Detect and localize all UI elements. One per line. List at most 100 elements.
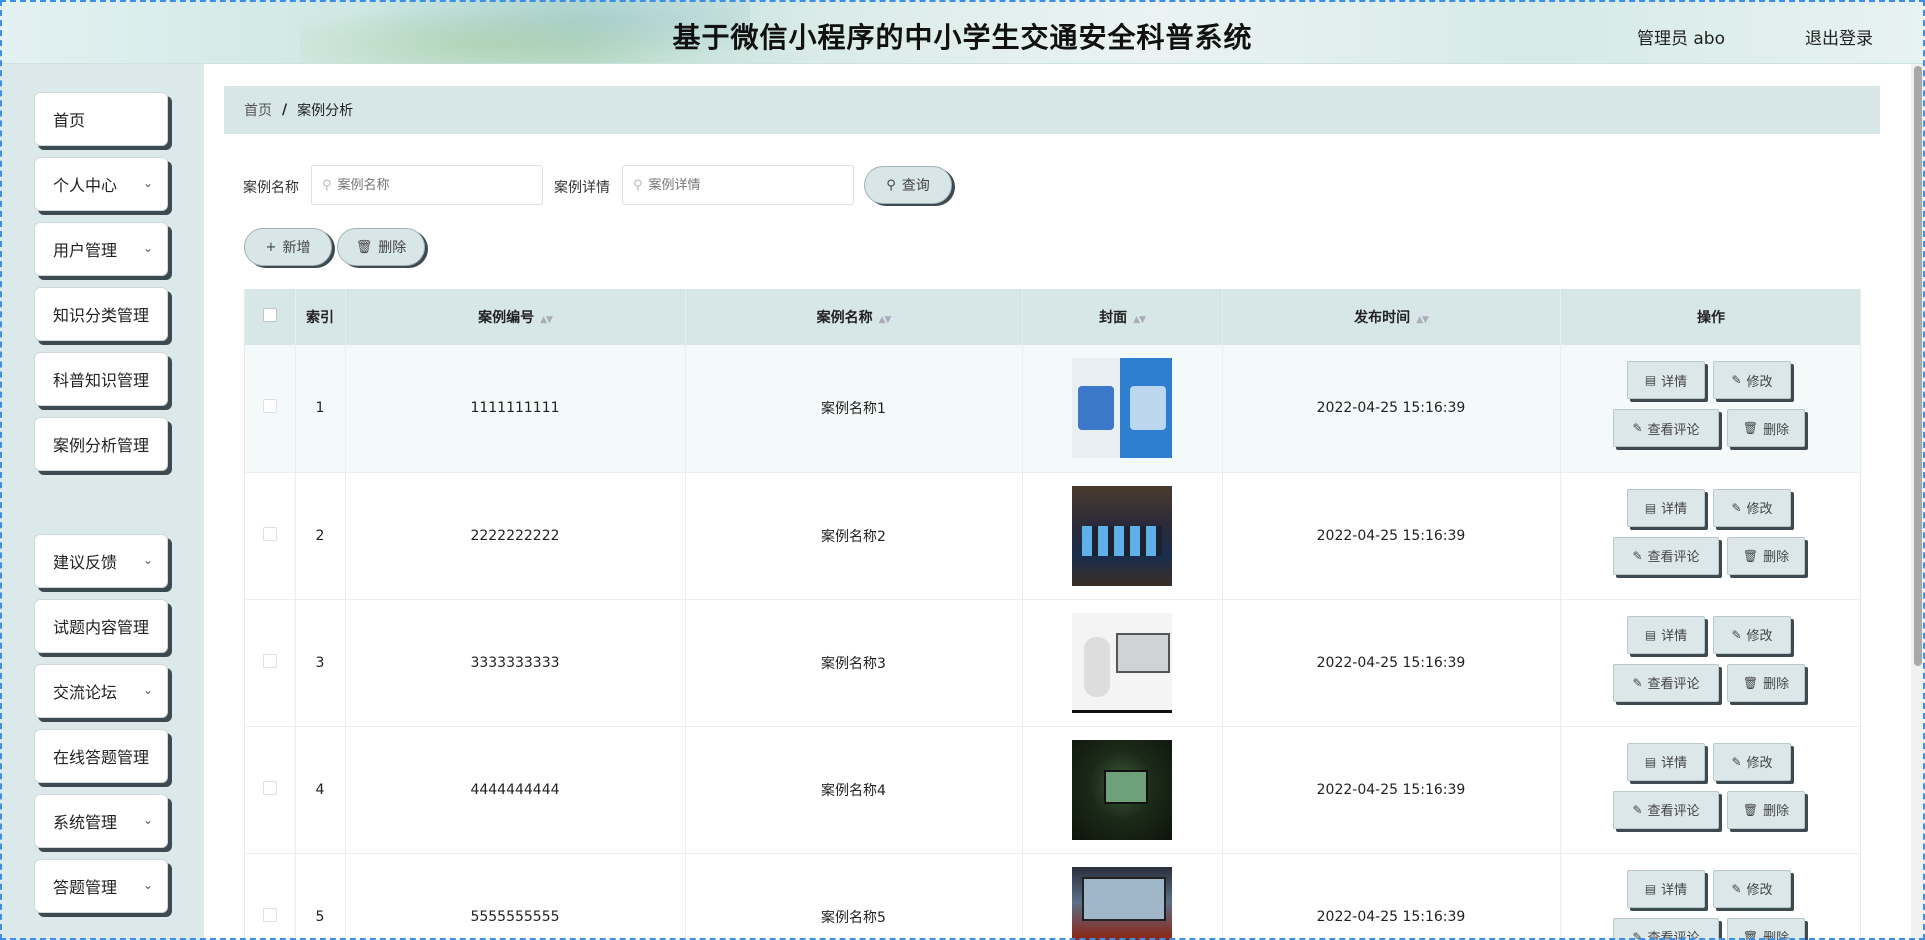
sidebar-item-label: 试题内容管理	[53, 618, 150, 637]
sidebar-item-label: 用户管理	[53, 241, 118, 260]
row-cover-cell	[1022, 853, 1223, 940]
edit-button[interactable]: ✎ 修改	[1713, 742, 1791, 781]
pencil-icon: ✎	[1632, 421, 1643, 436]
edit-button[interactable]: ✎ 修改	[1713, 869, 1791, 908]
scrollbar-thumb[interactable]	[1914, 66, 1922, 666]
row-name: 案例名称5	[685, 853, 1023, 940]
delete-button[interactable]: 🗑 删除	[1727, 536, 1805, 575]
delete-button[interactable]: 🗑 删除	[1727, 663, 1805, 702]
sidebar-item-online-quiz[interactable]: 在线答题管理	[34, 729, 168, 783]
edit-button-label: 修改	[1746, 883, 1773, 898]
sidebar-item-case-analysis[interactable]: 案例分析管理	[34, 417, 168, 471]
delete-button[interactable]: 🗑 删除	[1727, 917, 1805, 940]
top-header: 基于微信小程序的中小学生交通安全科普系统 管理员 abo 退出登录	[0, 0, 1925, 64]
row-time: 2022-04-25 15:16:39	[1222, 853, 1561, 940]
add-button[interactable]: + 新增	[244, 228, 332, 266]
case-name-field[interactable]: ⚲	[311, 165, 543, 205]
sidebar-item-questions[interactable]: 试题内容管理	[34, 599, 168, 653]
bulk-delete-button[interactable]: 🗑 删除	[337, 228, 425, 266]
edit-button[interactable]: ✎ 修改	[1713, 615, 1791, 654]
row-time: 2022-04-25 15:16:39	[1222, 472, 1561, 599]
table-row: 1 1111111111 案例名称1 2022-04-25 15:16:39 ▤…	[245, 345, 1860, 472]
case-name-input[interactable]	[337, 177, 528, 193]
edit-button-label: 修改	[1746, 502, 1773, 517]
view-comments-button[interactable]: ✎ 查看评论	[1613, 663, 1719, 702]
document-icon: ▤	[1644, 754, 1657, 769]
cover-image[interactable]	[1072, 485, 1172, 586]
detail-button[interactable]: ▤ 详情	[1627, 742, 1705, 781]
column-header-name-label: 案例名称	[816, 310, 873, 326]
sort-icon[interactable]: ▲▼	[1416, 315, 1429, 325]
edit-button-label: 修改	[1746, 629, 1773, 644]
sidebar-item-label: 案例分析管理	[53, 436, 150, 455]
column-header-code[interactable]: 案例编号 ▲▼	[345, 289, 686, 345]
row-ops: ▤ 详情 ✎ 修改 ✎ 查看评论 🗑 删除	[1560, 599, 1860, 726]
case-detail-field[interactable]: ⚲	[622, 165, 854, 205]
detail-button[interactable]: ▤ 详情	[1627, 488, 1705, 527]
row-index: 5	[295, 853, 346, 940]
sidebar-item-system[interactable]: 系统管理 ⌄	[34, 794, 168, 848]
detail-button[interactable]: ▤ 详情	[1627, 361, 1705, 400]
row-index: 1	[295, 345, 346, 472]
delete-button[interactable]: 🗑 删除	[1727, 790, 1805, 829]
sidebar-item-forum[interactable]: 交流论坛 ⌄	[34, 664, 168, 718]
row-checkbox[interactable]	[262, 907, 277, 922]
cover-image[interactable]	[1072, 358, 1172, 459]
detail-button[interactable]: ▤ 详情	[1627, 869, 1705, 908]
trash-icon: 🗑	[1742, 421, 1759, 436]
cover-image[interactable]	[1072, 612, 1172, 713]
query-button[interactable]: ⚲ 查询	[864, 166, 952, 204]
row-index: 2	[295, 472, 346, 599]
add-button-label: 新增	[282, 240, 311, 256]
delete-button[interactable]: 🗑 删除	[1727, 409, 1805, 448]
cover-image[interactable]	[1072, 866, 1172, 940]
case-detail-input[interactable]	[648, 177, 839, 193]
pencil-icon: ✎	[1632, 802, 1643, 817]
column-header-time[interactable]: 发布时间 ▲▼	[1222, 289, 1561, 345]
view-comments-button[interactable]: ✎ 查看评论	[1613, 790, 1719, 829]
row-checkbox[interactable]	[262, 399, 277, 414]
sort-icon[interactable]: ▲▼	[540, 315, 553, 325]
edit-button[interactable]: ✎ 修改	[1713, 361, 1791, 400]
trash-icon: 🗑	[1742, 548, 1759, 563]
column-header-cover[interactable]: 封面 ▲▼	[1022, 289, 1223, 345]
sidebar-item-profile[interactable]: 个人中心 ⌄	[34, 157, 168, 211]
edit-button-label: 修改	[1746, 374, 1773, 390]
detail-button-label: 详情	[1661, 374, 1688, 390]
view-comments-button[interactable]: ✎ 查看评论	[1613, 409, 1719, 448]
sidebar-item-label: 首页	[53, 111, 86, 130]
row-cover-cell	[1022, 726, 1223, 853]
logout-button[interactable]: 退出登录	[1805, 24, 1873, 49]
sidebar-item-feedback[interactable]: 建议反馈 ⌄	[34, 534, 168, 588]
row-time: 2022-04-25 15:16:39	[1222, 599, 1561, 726]
sort-icon[interactable]: ▲▼	[879, 315, 892, 325]
row-checkbox[interactable]	[262, 780, 277, 795]
chevron-down-icon: ⌄	[142, 553, 153, 567]
chevron-down-icon: ⌄	[142, 878, 153, 892]
detail-button[interactable]: ▤ 详情	[1627, 615, 1705, 654]
view-comments-label: 查看评论	[1647, 931, 1700, 940]
row-ops: ▤ 详情 ✎ 修改 ✎ 查看评论 🗑 删除	[1560, 726, 1860, 853]
sidebar-item-users[interactable]: 用户管理 ⌄	[34, 222, 168, 276]
delete-button-label: 删除	[1763, 931, 1790, 940]
sidebar-item-answers[interactable]: 答题管理 ⌄	[34, 859, 168, 913]
breadcrumb-current: 案例分析	[297, 103, 354, 119]
select-all-checkbox[interactable]	[262, 308, 277, 322]
cover-image[interactable]	[1072, 739, 1172, 840]
view-comments-button[interactable]: ✎ 查看评论	[1613, 917, 1719, 940]
column-header-name[interactable]: 案例名称 ▲▼	[685, 289, 1023, 345]
sidebar-item-home[interactable]: 首页	[34, 92, 168, 146]
sort-icon[interactable]: ▲▼	[1133, 315, 1146, 325]
case-name-label: 案例名称	[243, 180, 299, 196]
table-row: 5 5555555555 案例名称5 2022-04-25 15:16:39 ▤…	[245, 853, 1860, 940]
row-checkbox[interactable]	[262, 653, 277, 668]
breadcrumb-home[interactable]: 首页	[244, 100, 272, 120]
row-index: 3	[295, 599, 346, 726]
row-ops: ▤ 详情 ✎ 修改 ✎ 查看评论 🗑 删除	[1560, 853, 1860, 940]
row-checkbox[interactable]	[262, 526, 277, 541]
view-comments-button[interactable]: ✎ 查看评论	[1613, 536, 1719, 575]
sidebar-item-science-knowledge[interactable]: 科普知识管理	[34, 352, 168, 406]
pencil-icon: ✎	[1632, 548, 1643, 563]
edit-button[interactable]: ✎ 修改	[1713, 488, 1791, 527]
sidebar-item-knowledge-category[interactable]: 知识分类管理	[34, 287, 168, 341]
